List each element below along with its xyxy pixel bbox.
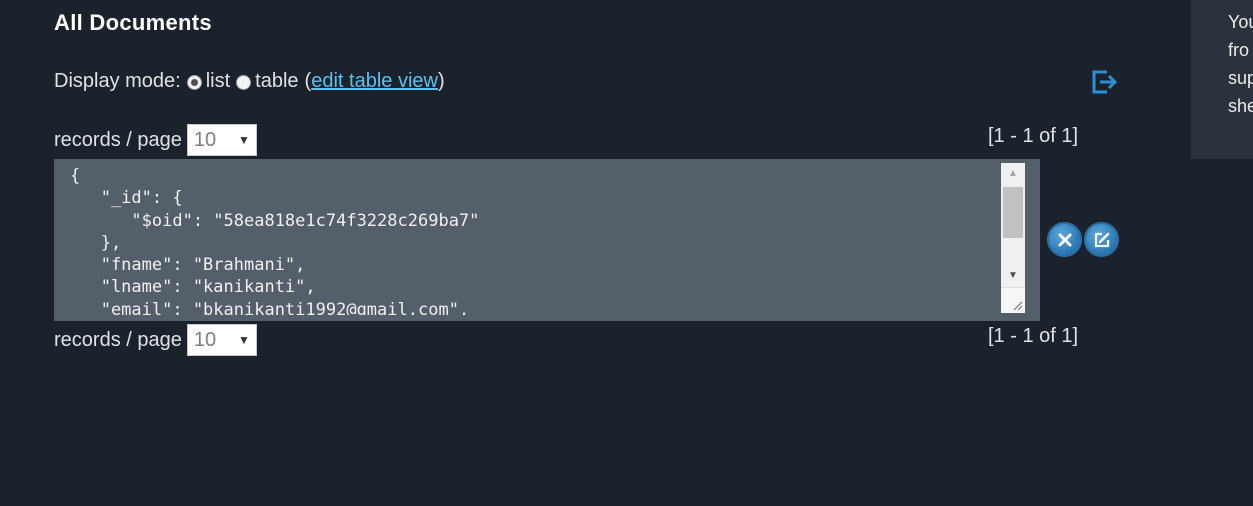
display-mode-label: Display mode: xyxy=(54,70,181,92)
records-per-page-select[interactable]: 10 ▼ xyxy=(186,124,257,156)
records-per-page-value: 10 xyxy=(193,328,217,351)
paren-close: ) xyxy=(437,70,445,92)
radio-table[interactable] xyxy=(236,75,252,90)
records-per-page-label: records / page xyxy=(54,128,182,151)
side-panel-text: You fro sup she xyxy=(1228,8,1253,120)
scroll-down-icon[interactable]: ▼ xyxy=(1001,265,1025,285)
records-per-page-label: records / page xyxy=(54,328,182,351)
radio-list-label[interactable]: list xyxy=(206,70,230,93)
export-icon[interactable] xyxy=(1090,68,1118,96)
side-panel-line: sup xyxy=(1228,68,1253,88)
document-viewer[interactable]: { "_id": { "$oid": "58ea818e1c74f3228c26… xyxy=(54,159,1040,321)
side-panel-line: You xyxy=(1228,12,1253,32)
side-panel-line: fro xyxy=(1228,40,1250,60)
resize-handle[interactable] xyxy=(1001,287,1025,313)
scroll-up-icon[interactable]: ▲ xyxy=(1001,163,1025,183)
records-per-page-select[interactable]: 10 ▼ xyxy=(186,324,257,356)
paren-open: ( xyxy=(304,70,312,92)
radio-table-label[interactable]: table xyxy=(255,70,298,93)
pager-top: records / page 10 ▼ xyxy=(54,124,257,156)
close-icon xyxy=(1058,233,1071,246)
chevron-down-icon: ▼ xyxy=(237,133,250,147)
record-count-top: [1 - 1 of 1] xyxy=(988,125,1079,147)
scroll-thumb[interactable] xyxy=(1003,187,1023,238)
record-count-bottom: [1 - 1 of 1] xyxy=(988,325,1079,347)
chevron-down-icon: ▼ xyxy=(237,333,250,347)
display-mode-row: Display mode: list table (edit table vie… xyxy=(54,70,445,93)
side-panel: You fro sup she xyxy=(1191,0,1253,159)
edit-icon xyxy=(1094,232,1109,247)
delete-document-button[interactable] xyxy=(1047,222,1082,257)
pager-bottom: records / page 10 ▼ xyxy=(54,324,257,356)
resize-icon xyxy=(1013,301,1023,311)
radio-list[interactable] xyxy=(186,75,202,90)
side-panel-line: she xyxy=(1228,96,1253,116)
page: All Documents Display mode: list table (… xyxy=(0,0,1253,506)
document-json[interactable]: { "_id": { "$oid": "58ea818e1c74f3228c26… xyxy=(70,165,1000,315)
edit-document-button[interactable] xyxy=(1084,222,1119,257)
records-per-page-value: 10 xyxy=(193,128,217,151)
edit-table-view-link[interactable]: edit table view xyxy=(311,70,438,93)
page-title: All Documents xyxy=(54,10,212,35)
